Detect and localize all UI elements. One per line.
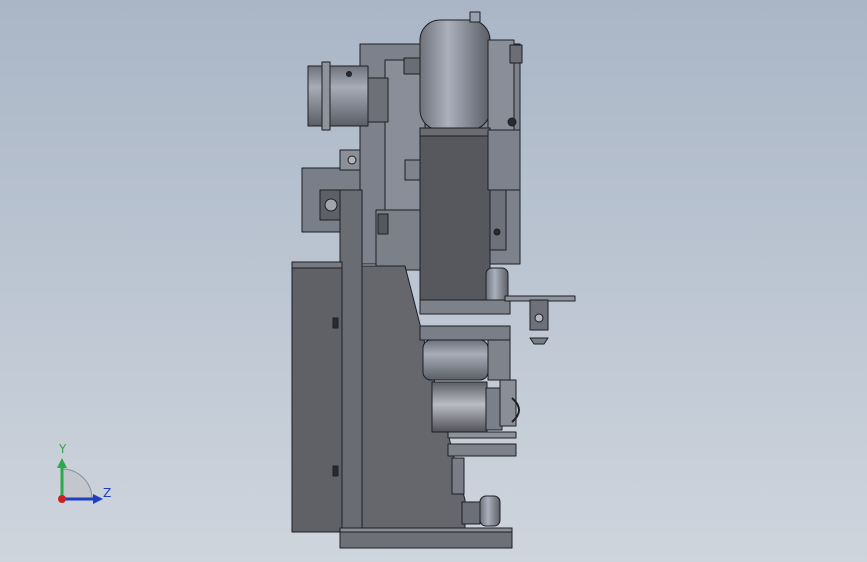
triad-z-label: Z xyxy=(103,486,112,500)
main-pulley xyxy=(419,19,491,131)
electrical-cabinet xyxy=(291,261,343,533)
cad-viewport[interactable]: Y Z xyxy=(0,0,867,562)
bottom-guide-wheel xyxy=(479,495,501,527)
abrasive-belt xyxy=(419,127,491,309)
drive-motor xyxy=(431,381,488,433)
left-drive-cylinder xyxy=(307,65,369,127)
lower-idler-roller xyxy=(422,339,489,381)
triad-y-label: Y xyxy=(59,442,67,456)
triad-x-origin xyxy=(58,495,66,503)
triad-y-arrowhead xyxy=(57,458,67,468)
triad-z-arrowhead xyxy=(93,494,103,504)
machine-side-view xyxy=(57,11,576,549)
triad-xz-arc xyxy=(61,468,93,500)
orientation-triad xyxy=(57,458,103,504)
column-upright xyxy=(339,189,363,531)
